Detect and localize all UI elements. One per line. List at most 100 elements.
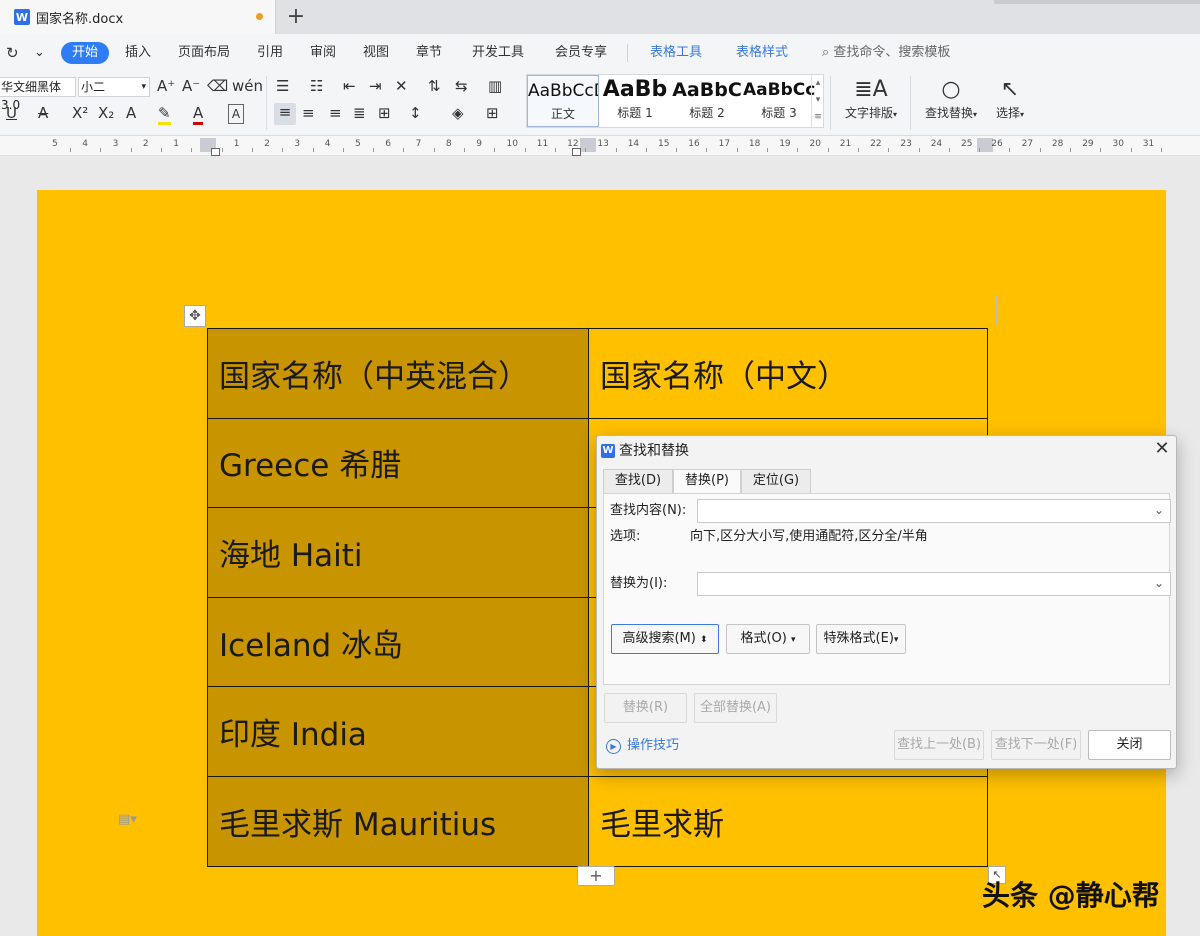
menu-developer[interactable]: 开发工具 [472, 42, 524, 64]
table-cell[interactable]: Iceland 冰岛 [207, 596, 589, 688]
table-cell[interactable]: 国家名称（中文） [588, 328, 988, 419]
style-heading-1[interactable]: AaBb 标题 1 [599, 75, 671, 127]
horizontal-ruler[interactable]: 5 4 3 2 1 1 2 3 4 5 6 7 8 9 10 11 12 13 14 15 16 17 18 19 20 21 22… [0, 136, 1200, 156]
char-border-icon[interactable]: A [228, 104, 244, 124]
text-effect-icon[interactable]: A [126, 104, 136, 122]
table-cell[interactable]: 印度 India [207, 686, 589, 777]
add-row-button[interactable]: + [577, 866, 615, 886]
replace-input[interactable]: ⌄ [697, 572, 1171, 596]
clear-format-icon[interactable]: ⌫ [207, 77, 228, 95]
bullet-list-icon[interactable]: ☰ [276, 77, 289, 95]
align-right-icon[interactable]: ≡ [329, 104, 342, 122]
quick-access-more-icon[interactable]: ⌄ [34, 42, 45, 64]
menu-view[interactable]: 视图 [363, 42, 389, 64]
style-normal[interactable]: AaBbCcDd 正文 [527, 75, 599, 127]
tips-link[interactable]: ▶ 操作技巧 [606, 737, 679, 755]
tab-goto[interactable]: 定位(G) [741, 469, 811, 493]
decrease-indent-icon[interactable]: ⇤ [343, 77, 356, 95]
font-size-select[interactable]: 小二 ▾ [78, 77, 150, 97]
tab-replace[interactable]: 替换(P) [673, 469, 741, 494]
ruler-number: 10 [506, 139, 518, 149]
dialog-close-icon[interactable]: ✕ [1151, 438, 1173, 460]
font-color-icon[interactable]: A [193, 104, 204, 125]
style-heading-2[interactable]: AaBbC 标题 2 [671, 75, 743, 127]
advanced-search-button[interactable]: 高级搜索(M) ⬍ [611, 624, 719, 654]
chevron-down-icon: ⌄ [1153, 576, 1164, 590]
tab-ruler-icon[interactable]: ▥ [488, 77, 502, 95]
ruler-tick [251, 148, 253, 152]
distributed-align-icon[interactable]: ⊞ [378, 104, 391, 122]
menu-table-style[interactable]: 表格样式 [736, 42, 788, 64]
ruler-tick [161, 148, 163, 152]
tab-find[interactable]: 查找(D) [603, 469, 673, 493]
underline-icon[interactable]: U [6, 104, 17, 122]
ruler-tick [433, 148, 435, 152]
borders-icon[interactable]: ⊞ [486, 104, 499, 122]
ruler-number: 2 [264, 139, 270, 149]
table-cell[interactable]: 国家名称（中英混合） [207, 328, 589, 419]
shading-icon[interactable]: ◈ [452, 104, 464, 122]
redo-icon[interactable]: ↻ [6, 42, 19, 64]
cell-marker-icon[interactable] [572, 148, 581, 156]
menu-page-layout[interactable]: 页面布局 [178, 42, 230, 64]
document-tab[interactable]: W 国家名称.docx [0, 0, 276, 34]
shrink-font-icon[interactable]: A⁻ [182, 77, 200, 95]
indent-marker-icon[interactable] [211, 148, 220, 156]
ruler-column-marker[interactable] [580, 138, 596, 152]
table-cell[interactable]: 海地 Haiti [207, 507, 589, 598]
new-tab-button[interactable]: + [286, 4, 306, 29]
highlight-icon[interactable]: ✎ [158, 104, 171, 125]
menu-review[interactable]: 审阅 [310, 42, 336, 64]
menu-section[interactable]: 章节 [416, 42, 442, 64]
align-center-icon[interactable]: ≡ [302, 104, 315, 122]
menu-member[interactable]: 会员专享 [555, 42, 607, 64]
special-format-button[interactable]: 特殊格式(E)▾ [816, 624, 906, 654]
superscript-icon[interactable]: X² [72, 104, 88, 122]
increase-indent-icon[interactable]: ⇥ [369, 77, 382, 95]
table-cell[interactable]: 毛里求斯 Mauritius [207, 775, 589, 867]
ribbon-separator [910, 76, 911, 130]
replace-all-button[interactable]: 全部替换(A) [694, 693, 777, 723]
ruler-tick [1130, 148, 1132, 152]
style-gallery: AaBbCcDd 正文 AaBb 标题 1 AaBbC 标题 2 AaBbCc … [526, 74, 824, 128]
table-cell[interactable]: 毛里求斯 [588, 775, 988, 867]
find-input[interactable]: ⌄ [697, 499, 1171, 523]
strikethrough-icon[interactable]: A [38, 104, 48, 122]
ruler-tick [464, 148, 466, 152]
find-next-button[interactable]: 查找下一处(F) [991, 730, 1081, 760]
paste-options-icon[interactable]: ▤▾ [118, 812, 137, 827]
text-layout-button[interactable]: ≣A 文字排版▾ [838, 76, 904, 121]
line-spacing-icon[interactable]: ↕ [409, 104, 422, 122]
format-button[interactable]: 格式(O) ▾ [726, 624, 810, 654]
ruler-number: 24 [930, 139, 943, 149]
menu-references[interactable]: 引用 [257, 42, 283, 64]
chinese-layout-icon[interactable]: ✕ [395, 77, 408, 95]
justify-icon[interactable]: ≣ [353, 104, 366, 122]
ruler-number: 17 [718, 139, 731, 149]
align-left-icon[interactable]: ≡ [274, 103, 296, 125]
menu-table-tools[interactable]: 表格工具 [650, 42, 702, 64]
menu-home[interactable]: 开始 [61, 42, 110, 64]
paragraph-mark-icon[interactable]: ⇆ [455, 77, 468, 95]
find-replace-button[interactable]: ○ 查找替换▾ [918, 76, 984, 121]
close-button[interactable]: 关闭 [1088, 730, 1171, 760]
table-move-icon[interactable]: ✥ [184, 305, 206, 327]
command-search[interactable]: ⌕ 查找命令、搜索模板 [822, 42, 950, 64]
subscript-icon[interactable]: X₂ [98, 104, 114, 122]
options-value: 向下,区分大小写,使用通配符,区分全/半角 [690, 529, 928, 544]
find-previous-button[interactable]: 查找上一处(B) [894, 730, 984, 760]
find-replace-dialog: W 查找和替换 ✕ 查找(D) 替换(P) 定位(G) 查找内容(N): ⌄ 选… [596, 435, 1177, 769]
chevron-down-icon: ⬍ [699, 635, 708, 645]
phonetic-guide-icon[interactable]: wén [232, 77, 263, 95]
sort-icon[interactable]: ⇅ [428, 77, 441, 95]
command-search-label: 查找命令、搜索模板 [833, 45, 951, 60]
style-heading-3[interactable]: AaBbCc 标题 3 [743, 75, 815, 127]
style-gallery-scroll[interactable]: ▴ ▾ ≡ [811, 75, 824, 127]
font-name-select[interactable]: 华文细黑体 3.0 [0, 77, 76, 112]
numbered-list-icon[interactable]: ☷ [310, 77, 323, 95]
table-cell[interactable]: Greece 希腊 [207, 417, 589, 509]
replace-button[interactable]: 替换(R) [604, 693, 687, 723]
select-button[interactable]: ↖ 选择▾ [988, 76, 1032, 121]
menu-insert[interactable]: 插入 [125, 42, 151, 64]
grow-font-icon[interactable]: A⁺ [157, 77, 175, 95]
